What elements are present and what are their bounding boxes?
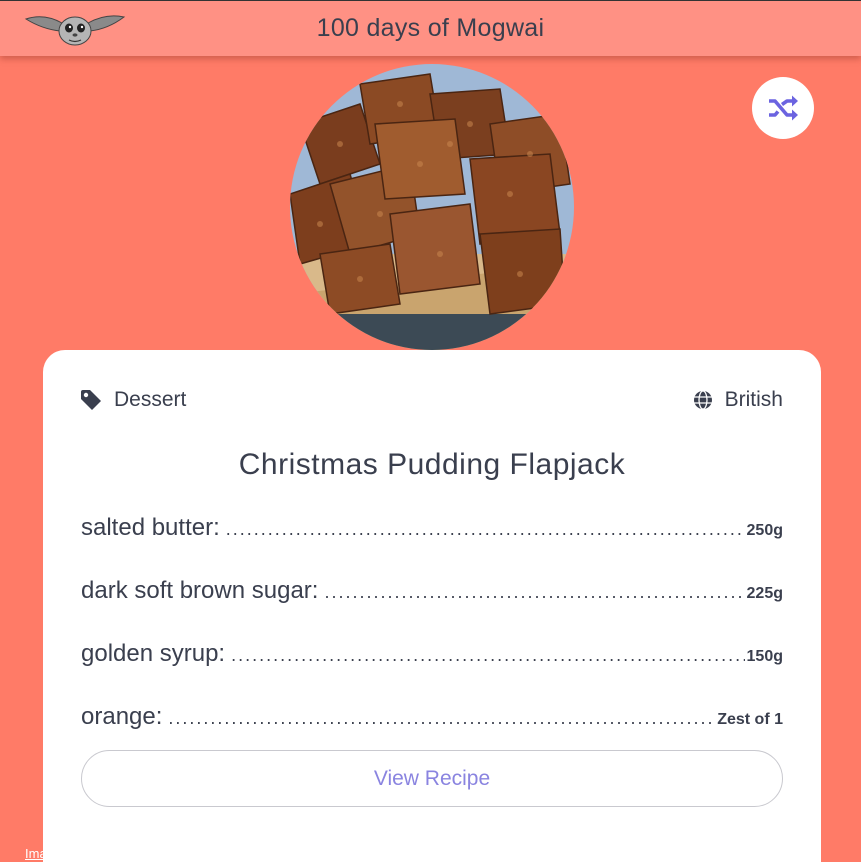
tag-icon — [81, 390, 101, 410]
ingredient-quantity: Zest of 1 — [717, 711, 783, 728]
ingredient-quantity: 250g — [746, 522, 783, 539]
view-recipe-button[interactable]: View Recipe — [81, 750, 783, 807]
ingredient-row: golden syrup:...........................… — [81, 640, 783, 703]
recipe-title: Christmas Pudding Flapjack — [238, 448, 626, 481]
ingredient-list: salted butter:..........................… — [81, 514, 783, 766]
image-credit-link[interactable]: Image: Food vector created by jcomp - ww… — [25, 846, 349, 861]
dot-leader: ........................................… — [324, 582, 745, 602]
recipe-card: Dessert British Christmas Pudding Flapja… — [43, 350, 821, 862]
recipe-photo — [290, 64, 574, 350]
ingredient-name: dark soft brown sugar: — [81, 577, 319, 604]
mogwai-logo-icon[interactable] — [24, 11, 126, 47]
ingredient-name: salted butter: — [81, 514, 220, 541]
dot-leader: ........................................… — [168, 708, 715, 728]
dot-leader: ........................................… — [225, 519, 745, 539]
ingredient-row: salted butter:..........................… — [81, 514, 783, 577]
ingredient-quantity: 225g — [746, 585, 783, 602]
shuffle-button[interactable] — [752, 77, 814, 139]
design-credit-link[interactable]: Design: Recipe finder app with step-by-s… — [439, 846, 788, 861]
category-meta: Dessert — [80, 388, 186, 412]
app-title: 100 days of Mogwai — [316, 14, 545, 42]
ingredient-quantity: 150g — [746, 648, 783, 665]
dot-leader: ........................................… — [231, 645, 744, 665]
area-label: British — [724, 388, 783, 411]
category-label: Dessert — [114, 388, 187, 411]
area-meta: British — [693, 388, 783, 412]
ingredient-name: orange: — [81, 703, 163, 730]
app-header: 100 days of Mogwai — [0, 0, 861, 56]
globe-icon — [693, 390, 712, 410]
ingredient-name: golden syrup: — [81, 640, 226, 667]
ingredient-row: dark soft brown sugar:..................… — [81, 577, 783, 640]
shuffle-icon — [769, 95, 798, 121]
